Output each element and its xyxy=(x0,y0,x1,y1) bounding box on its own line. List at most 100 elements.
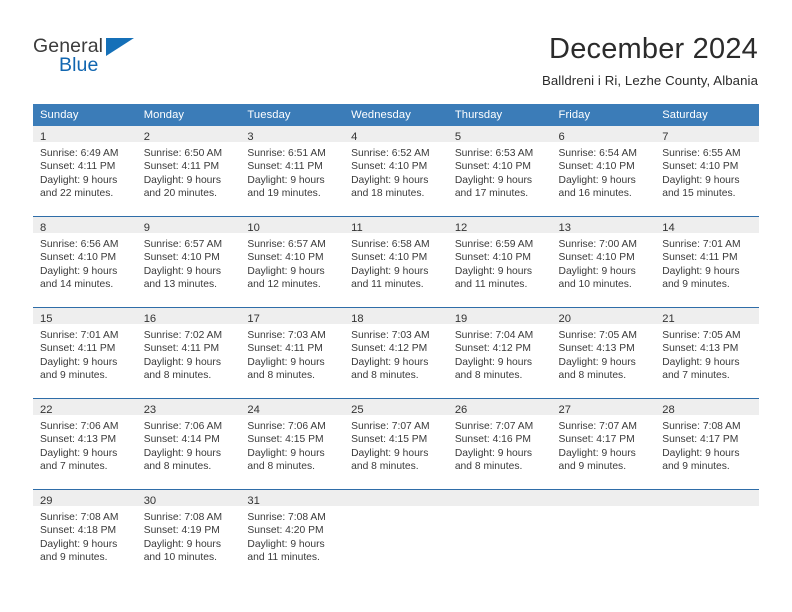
day-number: 6 xyxy=(558,131,565,143)
calendar-day-cell[interactable]: 19 Sunrise: 7:04 AM Sunset: 4:12 PM Dayligh… xyxy=(447,307,552,399)
day-detail-lines: Sunrise: 7:01 AM Sunset: 4:11 PM Daylight:… xyxy=(655,233,759,292)
calendar-day-cell[interactable]: 20 Sunrise: 7:05 AM Sunset: 4:13 PM Dayligh… xyxy=(551,307,656,399)
calendar-day-cell[interactable]: 22 Sunrise: 7:06 AM Sunset: 4:13 PM Dayligh… xyxy=(33,398,137,490)
calendar-day-cell[interactable]: 3 Sunrise: 6:51 AM Sunset: 4:11 PM Daylight… xyxy=(240,126,345,217)
day-detail-line: Sunrise: 7:08 AM xyxy=(143,512,223,523)
day-detail-line: Daylight: 9 hours xyxy=(558,174,636,186)
calendar-page: General Blue December 2024 Balldreni i R… xyxy=(0,0,792,612)
day-cell-inner: 13 Sunrise: 7:00 AM Sunset: 4:10 PM Dayligh… xyxy=(551,217,656,307)
day-cell-inner: 16 Sunrise: 7:02 AM Sunset: 4:11 PM Dayligh… xyxy=(136,308,241,398)
calendar-day-cell[interactable]: 4 Sunrise: 6:52 AM Sunset: 4:10 PM Daylight… xyxy=(344,126,448,217)
day-number-band: 19 xyxy=(447,308,552,325)
day-number: 1 xyxy=(40,131,47,143)
day-detail-lines xyxy=(552,506,656,511)
day-detail-line: and 14 minutes. xyxy=(40,279,114,291)
calendar-day-cell[interactable]: 26 Sunrise: 7:07 AM Sunset: 4:16 PM Dayligh… xyxy=(447,398,552,490)
calendar-day-cell[interactable]: 17 Sunrise: 7:03 AM Sunset: 4:11 PM Dayligh… xyxy=(240,307,345,399)
day-cell-inner: 15 Sunrise: 7:01 AM Sunset: 4:11 PM Dayligh… xyxy=(33,308,137,398)
day-detail-line: Daylight: 9 hours xyxy=(143,174,221,186)
day-cell-inner: 29 Sunrise: 7:08 AM Sunset: 4:18 PM Dayligh… xyxy=(33,490,137,580)
calendar-day-cell[interactable]: 12 Sunrise: 6:59 AM Sunset: 4:10 PM Dayligh… xyxy=(447,216,552,308)
day-detail-line: Sunset: 4:13 PM xyxy=(558,343,635,355)
day-detail-line: Sunrise: 7:08 AM xyxy=(40,512,119,523)
calendar-day-cell[interactable]: 31 Sunrise: 7:08 AM Sunset: 4:20 PM Dayligh… xyxy=(240,489,345,580)
calendar-day-cell[interactable]: 18 Sunrise: 7:03 AM Sunset: 4:12 PM Dayligh… xyxy=(344,307,448,399)
day-detail-line: Sunset: 4:13 PM xyxy=(662,343,739,355)
day-number-band: 1 xyxy=(33,126,137,143)
day-number-band: 16 xyxy=(136,308,241,325)
calendar-day-cell[interactable]: 10 Sunrise: 6:57 AM Sunset: 4:10 PM Dayligh… xyxy=(240,216,345,308)
day-detail-line: Daylight: 9 hours xyxy=(40,356,118,368)
day-detail-lines: Sunrise: 6:57 AM Sunset: 4:10 PM Daylight:… xyxy=(240,233,344,292)
calendar-day-cell[interactable]: 1 Sunrise: 6:49 AM Sunset: 4:11 PM Daylight… xyxy=(33,126,137,217)
day-detail-line: Sunrise: 7:08 AM xyxy=(662,421,741,432)
calendar-day-cell[interactable]: 25 Sunrise: 7:07 AM Sunset: 4:15 PM Dayligh… xyxy=(344,398,448,490)
day-detail-lines xyxy=(344,506,448,511)
day-number: 19 xyxy=(454,313,468,325)
calendar-day-cell[interactable]: 24 Sunrise: 7:06 AM Sunset: 4:15 PM Dayligh… xyxy=(240,398,345,490)
calendar-day-cell[interactable]: 8 Sunrise: 6:56 AM Sunset: 4:10 PM Daylight… xyxy=(33,216,137,308)
day-cell-inner: 22 Sunrise: 7:06 AM Sunset: 4:13 PM Dayligh… xyxy=(33,399,137,489)
day-detail-line: Sunrise: 7:06 AM xyxy=(143,421,223,432)
day-cell-inner: 1 Sunrise: 6:49 AM Sunset: 4:11 PM Daylight… xyxy=(33,126,137,216)
day-detail-lines: Sunrise: 7:06 AM Sunset: 4:14 PM Daylight:… xyxy=(137,415,241,474)
calendar-day-cell[interactable]: 14 Sunrise: 7:01 AM Sunset: 4:11 PM Dayligh… xyxy=(655,216,759,308)
day-number: 11 xyxy=(351,222,363,234)
day-detail-line: Daylight: 9 hours xyxy=(143,447,221,459)
day-detail-line: Daylight: 9 hours xyxy=(40,265,118,277)
calendar-day-cell[interactable]: 21 Sunrise: 7:05 AM Sunset: 4:13 PM Dayligh… xyxy=(655,307,759,399)
calendar-day-cell[interactable]: 11 Sunrise: 6:58 AM Sunset: 4:10 PM Dayligh… xyxy=(344,216,448,308)
day-cell-inner: 5 Sunrise: 6:53 AM Sunset: 4:10 PM Daylight… xyxy=(447,126,552,216)
day-cell-inner: 12 Sunrise: 6:59 AM Sunset: 4:10 PM Dayligh… xyxy=(447,217,552,307)
day-number: 26 xyxy=(454,404,468,416)
day-cell-inner: 24 Sunrise: 7:06 AM Sunset: 4:15 PM Dayligh… xyxy=(240,399,345,489)
day-detail-line: Daylight: 9 hours xyxy=(247,265,325,277)
day-detail-line: and 8 minutes. xyxy=(247,370,315,382)
day-cell-inner: 14 Sunrise: 7:01 AM Sunset: 4:11 PM Dayligh… xyxy=(655,217,759,307)
triangle-logo-icon xyxy=(106,38,134,56)
calendar-day-cell[interactable]: 13 Sunrise: 7:00 AM Sunset: 4:10 PM Dayligh… xyxy=(551,216,656,308)
day-cell-inner xyxy=(344,490,448,580)
day-detail-lines: Sunrise: 7:00 AM Sunset: 4:10 PM Daylight:… xyxy=(552,233,656,292)
day-cell-inner: 30 Sunrise: 7:08 AM Sunset: 4:19 PM Dayligh… xyxy=(136,490,241,580)
calendar-week-row: 29 Sunrise: 7:08 AM Sunset: 4:18 PM Dayligh… xyxy=(33,489,759,580)
day-detail-line: Sunset: 4:11 PM xyxy=(247,343,323,355)
day-detail-lines: Sunrise: 7:08 AM Sunset: 4:17 PM Daylight:… xyxy=(655,415,759,474)
calendar-day-cell[interactable]: 23 Sunrise: 7:06 AM Sunset: 4:14 PM Dayligh… xyxy=(136,398,241,490)
brand-logo[interactable]: General Blue xyxy=(33,35,193,81)
calendar-day-cell[interactable]: 28 Sunrise: 7:08 AM Sunset: 4:17 PM Dayligh… xyxy=(655,398,759,490)
day-detail-line: Sunset: 4:13 PM xyxy=(40,434,117,446)
day-detail-lines: Sunrise: 6:49 AM Sunset: 4:11 PM Daylight:… xyxy=(33,142,137,201)
day-detail-line: and 11 minutes. xyxy=(454,279,528,291)
calendar-day-cell[interactable]: 27 Sunrise: 7:07 AM Sunset: 4:17 PM Dayligh… xyxy=(551,398,656,490)
calendar-day-cell[interactable]: 2 Sunrise: 6:50 AM Sunset: 4:11 PM Daylight… xyxy=(136,126,241,217)
day-detail-line: Daylight: 9 hours xyxy=(247,538,325,550)
day-cell-inner: 19 Sunrise: 7:04 AM Sunset: 4:12 PM Dayligh… xyxy=(447,308,552,398)
day-detail-line: Sunset: 4:20 PM xyxy=(247,525,324,537)
day-detail-line: and 11 minutes. xyxy=(247,552,320,564)
day-detail-line: and 9 minutes. xyxy=(662,461,730,473)
day-detail-lines: Sunrise: 7:06 AM Sunset: 4:15 PM Daylight:… xyxy=(240,415,344,474)
day-detail-line: Daylight: 9 hours xyxy=(454,174,533,186)
calendar-day-cell[interactable]: 30 Sunrise: 7:08 AM Sunset: 4:19 PM Dayligh… xyxy=(136,489,241,580)
calendar-day-cell[interactable]: 16 Sunrise: 7:02 AM Sunset: 4:11 PM Dayligh… xyxy=(136,307,241,399)
calendar-day-cell[interactable]: 6 Sunrise: 6:54 AM Sunset: 4:10 PM Daylight… xyxy=(551,126,656,217)
day-detail-line: and 8 minutes. xyxy=(454,370,523,382)
day-number-band: 27 xyxy=(551,399,656,416)
day-detail-line: Sunrise: 6:57 AM xyxy=(143,239,223,250)
day-number-band: 3 xyxy=(240,126,345,143)
calendar-day-cell[interactable]: 7 Sunrise: 6:55 AM Sunset: 4:10 PM Daylight… xyxy=(655,126,759,217)
day-number-band xyxy=(551,490,656,506)
day-detail-line: Sunset: 4:16 PM xyxy=(454,434,531,446)
weekday-header-wednesday: Wednesday xyxy=(344,104,448,126)
calendar-day-cell[interactable]: 5 Sunrise: 6:53 AM Sunset: 4:10 PM Daylight… xyxy=(447,126,552,217)
calendar-day-cell[interactable]: 9 Sunrise: 6:57 AM Sunset: 4:10 PM Daylight… xyxy=(136,216,241,308)
calendar-day-cell[interactable]: 15 Sunrise: 7:01 AM Sunset: 4:11 PM Dayligh… xyxy=(33,307,137,399)
day-detail-line: Sunrise: 7:06 AM xyxy=(40,421,119,432)
day-detail-lines xyxy=(655,506,759,511)
calendar-day-cell[interactable]: 29 Sunrise: 7:08 AM Sunset: 4:18 PM Dayligh… xyxy=(33,489,137,580)
day-detail-line: and 12 minutes. xyxy=(247,279,321,291)
day-detail-line: Sunrise: 7:01 AM xyxy=(662,239,741,250)
day-detail-line: and 9 minutes. xyxy=(662,279,730,291)
day-number: 30 xyxy=(143,495,157,507)
